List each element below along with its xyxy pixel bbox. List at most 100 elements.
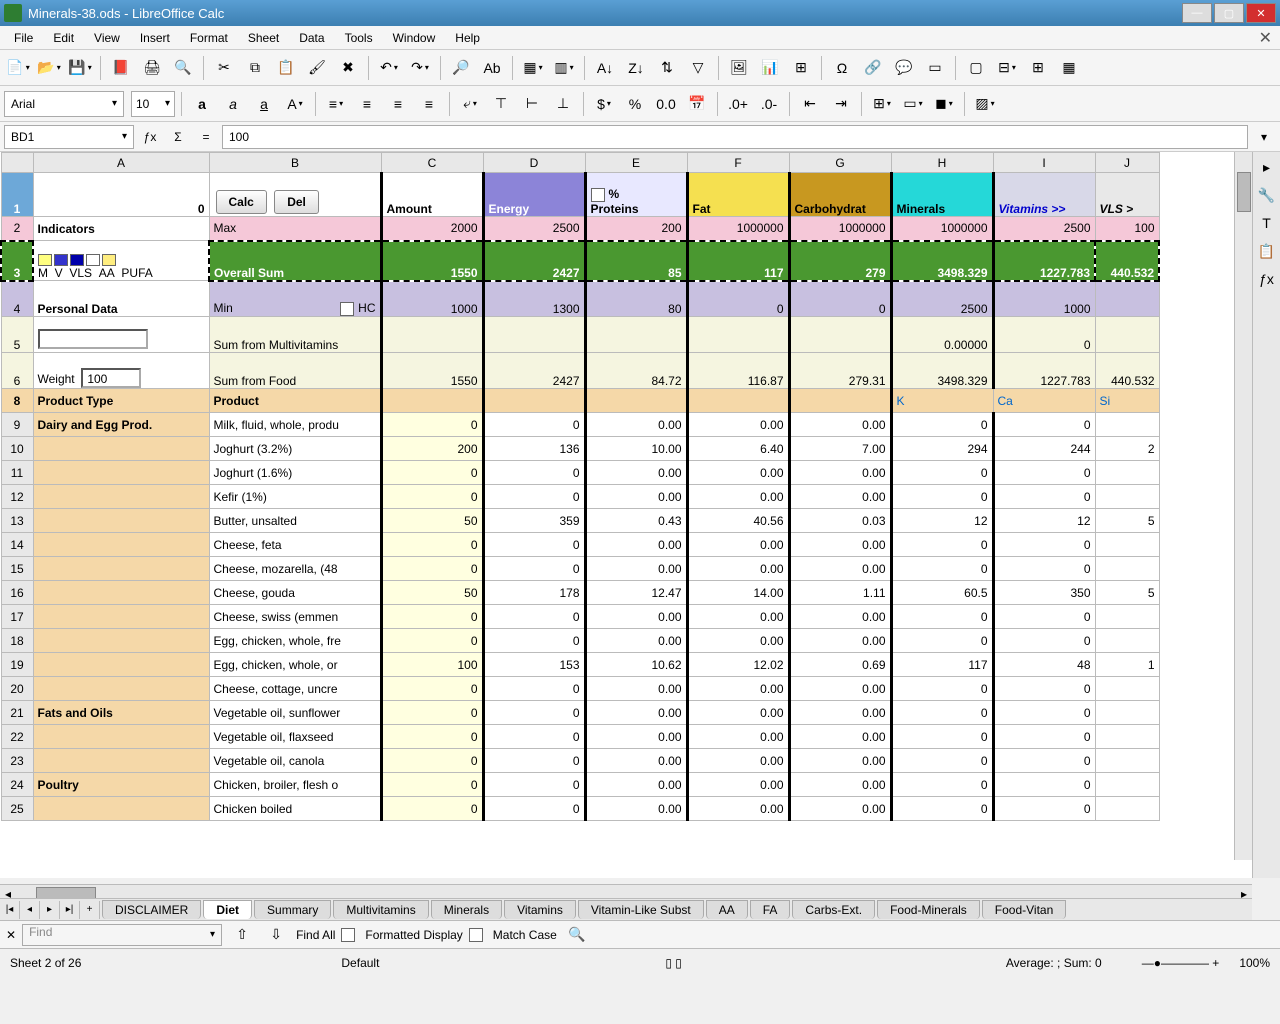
row-header-8[interactable]: 8 — [1, 389, 33, 413]
minimize-button[interactable]: — — [1182, 3, 1212, 23]
cell-C5[interactable] — [381, 317, 483, 353]
col-header-J[interactable]: J — [1095, 153, 1159, 173]
row-header-13[interactable]: 13 — [1, 509, 33, 533]
formatted-display-checkbox[interactable] — [341, 928, 355, 942]
cell-B1[interactable]: Calc Del — [209, 173, 381, 217]
cell-F20[interactable]: 0.00 — [687, 677, 789, 701]
valign-middle-button[interactable]: ⊢ — [518, 90, 546, 118]
insert-chart-button[interactable]: 📊 — [756, 54, 784, 82]
menu-data[interactable]: Data — [289, 27, 334, 49]
row-header-11[interactable]: 11 — [1, 461, 33, 485]
cell-B23[interactable]: Vegetable oil, canola — [209, 749, 381, 773]
cell-G2[interactable]: 1000000 — [789, 217, 891, 241]
cell-A1[interactable]: 0 — [33, 173, 209, 217]
cell-D10[interactable]: 136 — [483, 437, 585, 461]
cell-G4[interactable]: 0 — [789, 281, 891, 317]
paste-button[interactable]: 📋 — [272, 54, 300, 82]
cell-D23[interactable]: 0 — [483, 749, 585, 773]
col-header-E[interactable]: E — [585, 153, 687, 173]
copy-button[interactable]: ⧉ — [241, 54, 269, 82]
inc-indent-button[interactable]: ⇥ — [827, 90, 855, 118]
document-close-icon[interactable]: ✕ — [1259, 28, 1272, 48]
cell-J2[interactable]: 100 — [1095, 217, 1159, 241]
currency-button[interactable]: $ — [590, 90, 618, 118]
cell-E8[interactable] — [585, 389, 687, 413]
cell-A17[interactable] — [33, 605, 209, 629]
cell-F3[interactable]: 117 — [687, 241, 789, 281]
cell-D14[interactable]: 0 — [483, 533, 585, 557]
cell-C18[interactable]: 0 — [381, 629, 483, 653]
cell-H13[interactable]: 12 — [891, 509, 993, 533]
row-header-10[interactable]: 10 — [1, 437, 33, 461]
sheet-tab-summary[interactable]: Summary — [254, 900, 331, 919]
cell-D5[interactable] — [483, 317, 585, 353]
spellcheck-button[interactable]: Ab — [478, 54, 506, 82]
cell-H20[interactable]: 0 — [891, 677, 993, 701]
cell-H11[interactable]: 0 — [891, 461, 993, 485]
find-prev-button[interactable]: ⇧ — [228, 921, 256, 949]
cell-I5[interactable]: 0 — [993, 317, 1095, 353]
cell-J20[interactable] — [1095, 677, 1159, 701]
cell-D25[interactable]: 0 — [483, 797, 585, 821]
row-header-17[interactable]: 17 — [1, 605, 33, 629]
cell-F4[interactable]: 0 — [687, 281, 789, 317]
cell-C14[interactable]: 0 — [381, 533, 483, 557]
border-color-button[interactable]: ◼ — [930, 90, 958, 118]
cell-B16[interactable]: Cheese, gouda — [209, 581, 381, 605]
sheet-tab-multivitamins[interactable]: Multivitamins — [333, 900, 428, 919]
menu-help[interactable]: Help — [445, 27, 490, 49]
cell-F23[interactable]: 0.00 — [687, 749, 789, 773]
cell-I11[interactable]: 0 — [993, 461, 1095, 485]
column-button[interactable]: ▥ — [550, 54, 578, 82]
match-case-checkbox[interactable] — [469, 928, 483, 942]
cell-reference-combo[interactable]: BD1 — [4, 125, 134, 149]
percent-button[interactable]: % — [621, 90, 649, 118]
cell-B25[interactable]: Chicken boiled — [209, 797, 381, 821]
cell-G1[interactable]: Carbohydrat — [789, 173, 891, 217]
cell-C11[interactable]: 0 — [381, 461, 483, 485]
cell-F14[interactable]: 0.00 — [687, 533, 789, 557]
cell-J18[interactable] — [1095, 629, 1159, 653]
cell-G22[interactable]: 0.00 — [789, 725, 891, 749]
cell-H9[interactable]: 0 — [891, 413, 993, 437]
underline-button[interactable]: a — [250, 90, 278, 118]
cell-I19[interactable]: 48 — [993, 653, 1095, 677]
cell-F24[interactable]: 0.00 — [687, 773, 789, 797]
cell-B3[interactable]: Overall Sum — [209, 241, 381, 281]
sort-asc-button[interactable]: A↓ — [591, 54, 619, 82]
sheet-area[interactable]: A B C D E F G H I J 1 0 Calc Del Amount … — [0, 152, 1280, 878]
row-header-19[interactable]: 19 — [1, 653, 33, 677]
undo-button[interactable]: ↶ — [375, 54, 403, 82]
cell-D19[interactable]: 153 — [483, 653, 585, 677]
cell-J13[interactable]: 5 — [1095, 509, 1159, 533]
sheet-tab-carbs-ext-[interactable]: Carbs-Ext. — [792, 900, 875, 919]
cell-G21[interactable]: 0.00 — [789, 701, 891, 725]
cell-A23[interactable] — [33, 749, 209, 773]
cell-D17[interactable]: 0 — [483, 605, 585, 629]
cell-A25[interactable] — [33, 797, 209, 821]
sheet-tab-fa[interactable]: FA — [750, 900, 791, 919]
border-style-button[interactable]: ▭ — [899, 90, 927, 118]
cell-F21[interactable]: 0.00 — [687, 701, 789, 725]
define-print-button[interactable]: ▢ — [962, 54, 990, 82]
cell-C20[interactable]: 0 — [381, 677, 483, 701]
cell-B13[interactable]: Butter, unsalted — [209, 509, 381, 533]
menu-tools[interactable]: Tools — [335, 27, 383, 49]
cell-B9[interactable]: Milk, fluid, whole, produ — [209, 413, 381, 437]
tab-nav-last[interactable]: ▸| — [60, 901, 80, 919]
cell-A19[interactable] — [33, 653, 209, 677]
cell-A11[interactable] — [33, 461, 209, 485]
sidebar-gallery-icon[interactable]: T — [1256, 212, 1278, 234]
col-header-H[interactable]: H — [891, 153, 993, 173]
cell-C13[interactable]: 50 — [381, 509, 483, 533]
proteins-checkbox[interactable] — [591, 188, 605, 202]
cell-E14[interactable]: 0.00 — [585, 533, 687, 557]
cell-A14[interactable] — [33, 533, 209, 557]
cell-G25[interactable]: 0.00 — [789, 797, 891, 821]
cell-J3[interactable]: 440.532 — [1095, 241, 1159, 281]
clear-format-button[interactable]: ✖ — [334, 54, 362, 82]
cell-A10[interactable] — [33, 437, 209, 461]
cell-C10[interactable]: 200 — [381, 437, 483, 461]
cell-F8[interactable] — [687, 389, 789, 413]
cell-C16[interactable]: 50 — [381, 581, 483, 605]
